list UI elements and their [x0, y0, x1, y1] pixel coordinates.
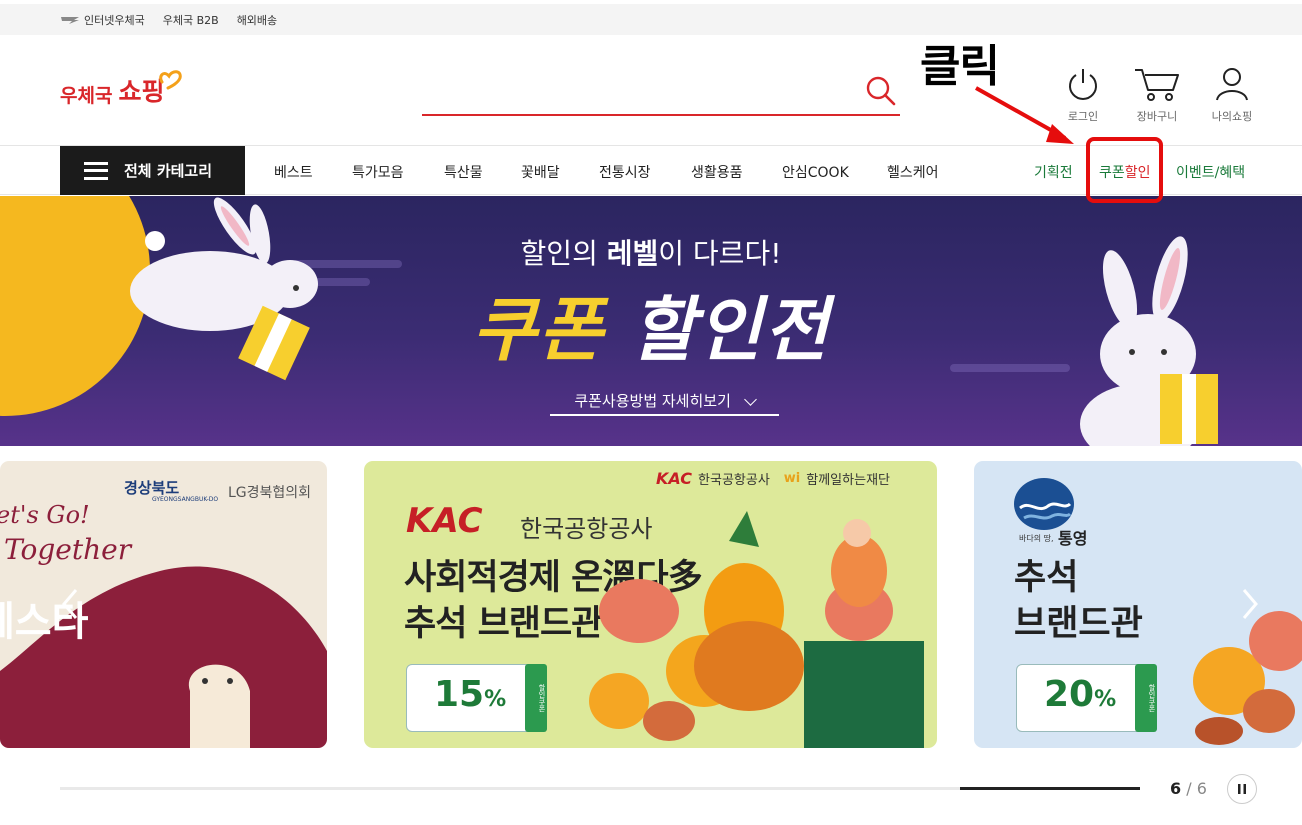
- nav-item-traditional-market[interactable]: 전통시장: [599, 162, 651, 182]
- chuseok-fruits-illustration: [589, 511, 924, 748]
- kac-logo: KAC: [406, 501, 483, 541]
- site-logo[interactable]: 우체국 쇼핑: [60, 68, 184, 108]
- kac-small-name: 한국공항공사: [698, 473, 770, 488]
- internet-post-link[interactable]: 인터넷우체국: [60, 12, 145, 28]
- slide-current: 6: [1170, 779, 1182, 798]
- banner-title-sale: 할인전: [630, 289, 830, 371]
- discount-percent: 20%: [1044, 674, 1116, 715]
- nav-item-local-specialties[interactable]: 특산물: [444, 162, 483, 182]
- coupon-promo-banner[interactable]: 할인의 레벨이 다르다! 쿠폰 할인전 쿠폰사용방법 자세히보기: [0, 196, 1302, 446]
- nav-item-ansim-cook[interactable]: 안심COOK: [782, 162, 849, 182]
- chevron-down-icon: [743, 393, 757, 406]
- mid-title-line2: 추석 브랜드관: [404, 604, 603, 644]
- kac-small-logo: KAC: [656, 469, 693, 488]
- slide-counter: 6 / 6: [1170, 779, 1207, 798]
- discount-unit: %: [1094, 687, 1117, 712]
- top-utility-bar: 인터넷우체국 우체국 B2B 해외배송: [0, 4, 1302, 35]
- promo-card-gyeongbuk[interactable]: 경상북도 GYEONGSANGBUK-DO LG경북협의회 et's Go! T…: [0, 461, 327, 748]
- headline-bold: 레벨: [606, 237, 659, 270]
- slide-separator: /: [1181, 779, 1197, 798]
- search-bar: [422, 68, 900, 116]
- discount-percent: 15%: [434, 674, 506, 715]
- foundation-name: 함께일하는재단: [806, 473, 890, 488]
- slide-progress-fill: [960, 787, 1140, 790]
- tongyeong-logo-caption: 바다의 땅,: [1019, 534, 1054, 543]
- b2b-link[interactable]: 우체국 B2B: [163, 12, 219, 28]
- promo-card-kac[interactable]: KAC 한국공항공사 wi 함께일하는재단 KAC 한국공항공사 사회적경제 온…: [364, 461, 937, 748]
- nav-item-healthcare[interactable]: 헬스케어: [887, 162, 939, 182]
- heart-logo-icon: [159, 70, 183, 90]
- annotation-arrow-icon: [975, 86, 1074, 144]
- script-together: Together: [4, 533, 132, 566]
- cart-icon: [1135, 69, 1179, 101]
- nav-item-special-deals[interactable]: 특가모음: [352, 162, 404, 182]
- coupon-tab-label: 할인쿠폰: [1135, 664, 1157, 732]
- coupon-tab-label: 할인쿠폰: [525, 664, 547, 732]
- search-input[interactable]: [422, 74, 852, 110]
- right-title-line1: 추석: [1014, 558, 1079, 598]
- lg-council-text: LG경북협의회: [228, 485, 312, 501]
- hamburger-menu-icon: [84, 161, 108, 180]
- wi-logo: wi: [783, 471, 801, 486]
- gyeongbuk-logo-text: 경상북도: [124, 479, 180, 497]
- banner-headline: 할인의 레벨이 다르다!: [0, 232, 1302, 272]
- cart-label: 장바구니: [1136, 110, 1178, 123]
- banner-title: 쿠폰 할인전: [0, 274, 1302, 375]
- nav-item-events-benefits[interactable]: 이벤트/혜택: [1176, 162, 1245, 182]
- logo-text-post: 우체국: [60, 85, 113, 107]
- coupon-usage-details-link[interactable]: 쿠폰사용방법 자세히보기: [550, 384, 779, 416]
- headline-part: 이 다르다!: [658, 237, 782, 270]
- nav-item-best[interactable]: 베스트: [274, 162, 313, 182]
- nav-item-exhibitions[interactable]: 기획전: [1034, 162, 1073, 182]
- nav-item-household[interactable]: 생활용품: [691, 162, 743, 182]
- prev-slide-arrow-icon[interactable]: [60, 588, 80, 620]
- banner-title-coupon: 쿠폰: [471, 289, 605, 371]
- right-title-line2: 브랜드관: [1014, 604, 1143, 644]
- annotation-highlight-box: [1086, 137, 1163, 203]
- person-icon: [1216, 68, 1248, 101]
- tongyeong-logo-icon: [1014, 478, 1074, 530]
- cart-button[interactable]: 장바구니: [1125, 66, 1189, 124]
- gyeongbuk-logo-sub: GYEONGSANGBUK-DO: [152, 496, 219, 503]
- slide-total: 6: [1196, 779, 1207, 798]
- card-header-partners: KAC 한국공항공사 wi 함께일하는재단: [656, 469, 890, 488]
- my-shopping-label: 나의쇼핑: [1211, 110, 1253, 123]
- all-category-button[interactable]: 전체 카테고리: [60, 146, 245, 195]
- overseas-shipping-link[interactable]: 해외배송: [237, 12, 277, 28]
- tongyeong-logo-city: 통영: [1058, 529, 1088, 548]
- nav-item-flower-delivery[interactable]: 꽃배달: [521, 162, 560, 182]
- pause-button[interactable]: [1227, 774, 1257, 804]
- search-icon[interactable]: [864, 74, 898, 108]
- headline-part: 할인의: [520, 237, 607, 270]
- discount-unit: %: [484, 687, 507, 712]
- fruits-illustration: [1193, 611, 1302, 745]
- discount-number: 20: [1044, 674, 1095, 715]
- coupon-usage-details-label: 쿠폰사용방법 자세히보기: [574, 392, 731, 410]
- all-category-label: 전체 카테고리: [124, 162, 213, 180]
- slide-progress-bar: [60, 787, 1140, 790]
- internet-post-label: 인터넷우체국: [84, 14, 145, 27]
- next-slide-arrow-icon[interactable]: [1240, 588, 1260, 620]
- discount-number: 15: [434, 674, 485, 715]
- script-lets-go: et's Go!: [0, 501, 90, 529]
- pause-icon: [1238, 784, 1246, 794]
- post-office-logo-icon: [61, 16, 79, 24]
- my-shopping-button[interactable]: 나의쇼핑: [1200, 66, 1264, 124]
